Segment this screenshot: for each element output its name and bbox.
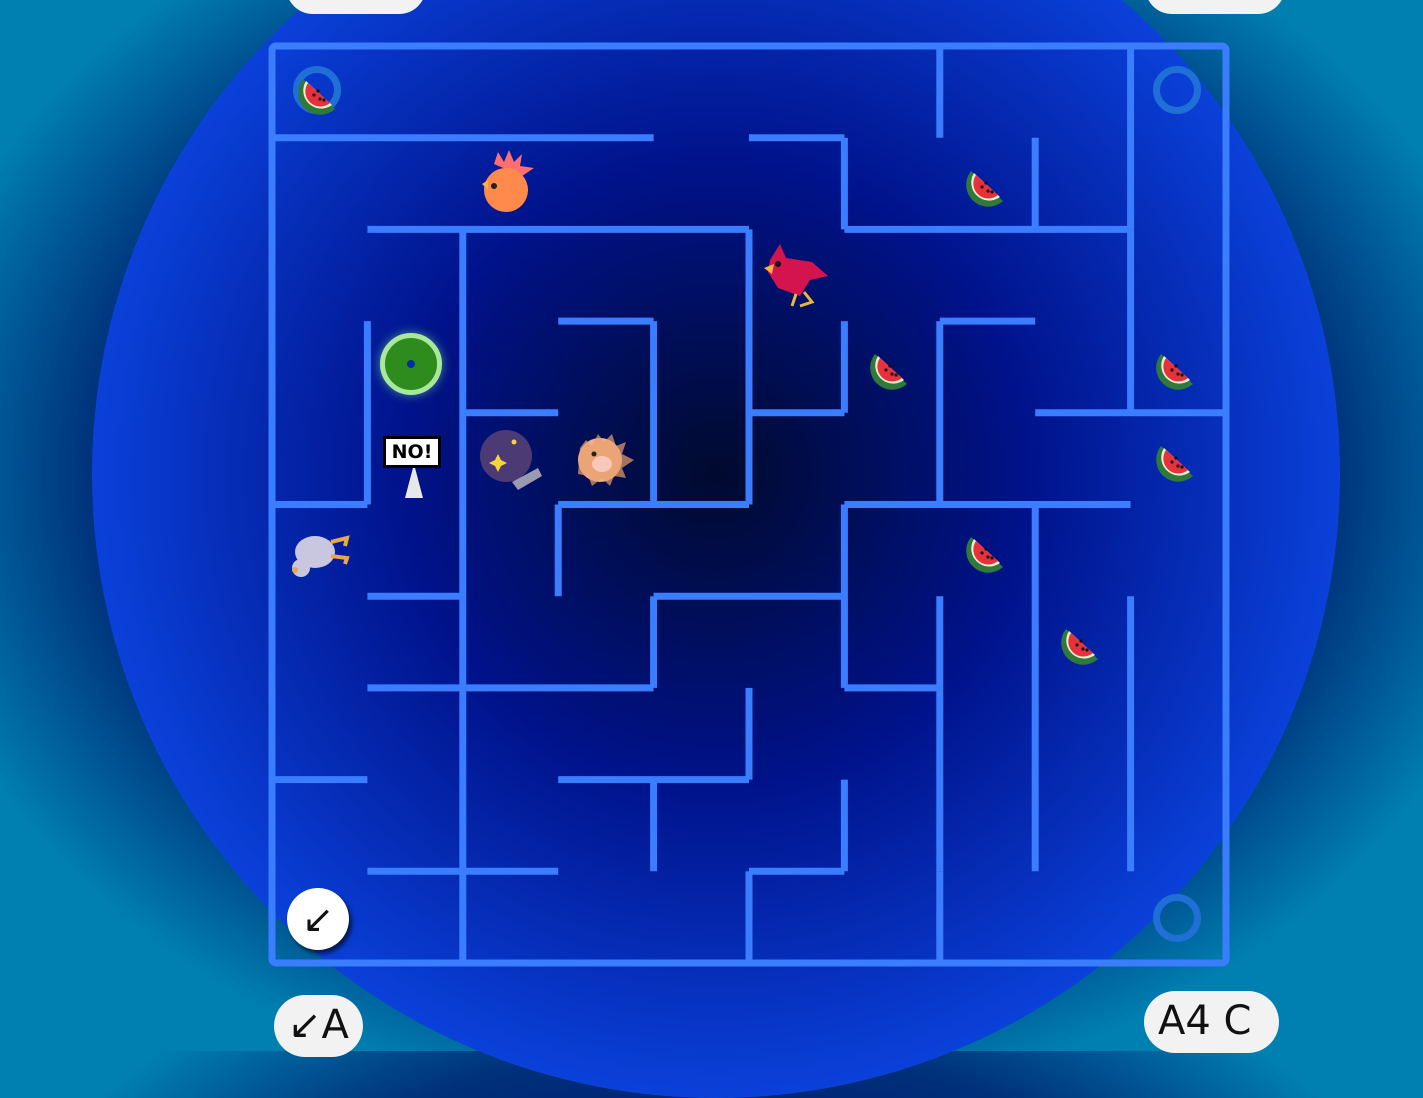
watermelon-icon: [1156, 353, 1194, 390]
corner-ring-top-right: [1153, 66, 1201, 114]
watermelon-icon: [297, 78, 335, 115]
top-left-pill[interactable]: [286, 0, 426, 14]
watermelon-icon: [965, 537, 1003, 574]
pufferfish-icon: [578, 434, 634, 486]
no-sign: NO!: [383, 432, 443, 500]
bottom-left-label[interactable]: ↙A: [274, 995, 363, 1057]
player-portal-marker[interactable]: [380, 333, 442, 395]
direction-cursor-button[interactable]: ↙: [287, 888, 349, 950]
crystal-ball-icon: [480, 430, 542, 490]
top-right-pill[interactable]: [1145, 0, 1285, 14]
goat-icon: [292, 535, 350, 577]
corner-ring-bottom-right: [1153, 894, 1201, 942]
cardinal-icon: [764, 244, 828, 308]
no-sign-text: NO!: [383, 436, 441, 468]
watermelon-icon: [870, 353, 908, 390]
rooster-icon: [482, 150, 534, 212]
bottom-right-label[interactable]: A4 C: [1144, 991, 1280, 1053]
watermelon-icon: [965, 170, 1003, 207]
watermelon-icon: [1061, 629, 1098, 665]
maze-board: [268, 42, 1230, 967]
watermelon-icon: [1156, 445, 1194, 482]
maze-walls: [272, 46, 1226, 963]
